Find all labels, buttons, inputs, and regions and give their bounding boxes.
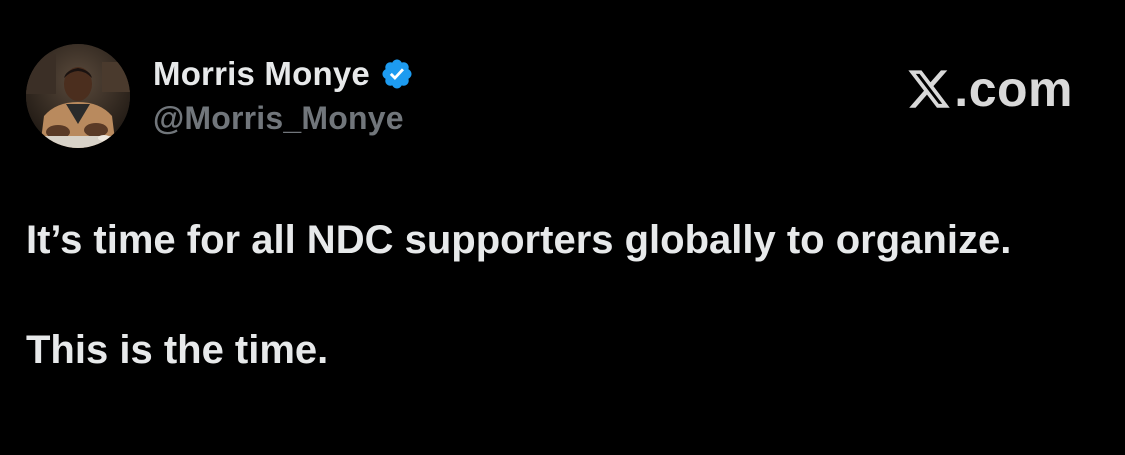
display-name[interactable]: Morris Monye — [153, 55, 370, 93]
avatar-photo — [26, 44, 130, 148]
x-logo-icon — [908, 70, 951, 108]
watermark-text: .com — [954, 61, 1073, 117]
tweet-text: It’s time for all NDC supporters globall… — [26, 214, 1106, 376]
avatar[interactable] — [26, 44, 130, 148]
tweet-paragraph: This is the time. — [26, 328, 329, 372]
user-handle[interactable]: @Morris_Monye — [153, 100, 414, 137]
verified-badge-icon — [380, 57, 414, 91]
tweet-paragraph: It’s time for all NDC supporters globall… — [26, 218, 1012, 262]
tweet-card: Morris Monye @Morris_Monye .com It’s tim… — [0, 0, 1125, 455]
site-watermark: .com — [906, 60, 1073, 118]
name-row: Morris Monye — [153, 52, 414, 96]
author-block: Morris Monye @Morris_Monye — [153, 52, 414, 137]
